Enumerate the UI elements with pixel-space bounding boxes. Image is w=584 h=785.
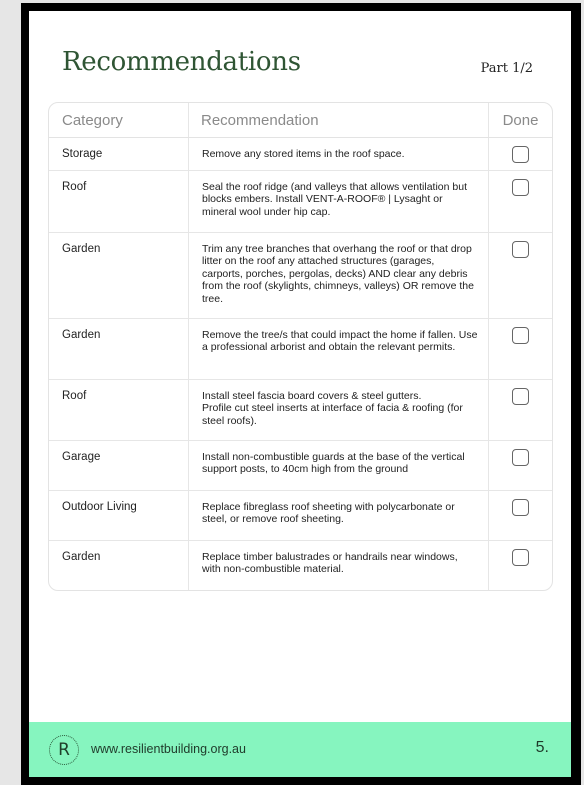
website-link[interactable]: www.resilientbuilding.org.au xyxy=(91,742,246,756)
logo-letter: R xyxy=(58,740,70,760)
row-category: Garden xyxy=(49,540,189,590)
table-header-row: Category Recommendation Done xyxy=(49,103,552,138)
row-category: Roof xyxy=(49,170,189,233)
row-category: Garage xyxy=(49,440,189,491)
document-page: Recommendations Part 1/2 Category Recomm… xyxy=(29,11,571,777)
done-checkbox[interactable] xyxy=(512,179,529,196)
row-category: Storage xyxy=(49,137,189,171)
table-row: Outdoor Living Replace fibreglass roof s… xyxy=(49,490,552,541)
row-category: Roof xyxy=(49,379,189,441)
row-recommendation: Replace timber balustrades or handrails … xyxy=(188,540,489,590)
row-recommendation: Replace fibreglass roof sheeting with po… xyxy=(188,490,489,541)
done-checkbox[interactable] xyxy=(512,499,529,516)
header-recommendation: Recommendation xyxy=(188,103,489,138)
footer-bar: R www.resilientbuilding.org.au 5. xyxy=(29,722,571,777)
table-row: Roof Seal the roof ridge (and valleys th… xyxy=(49,170,552,233)
header-category: Category xyxy=(49,103,189,138)
row-category: Outdoor Living xyxy=(49,490,189,541)
row-recommendation: Seal the roof ridge (and valleys that al… xyxy=(188,170,489,233)
done-checkbox[interactable] xyxy=(512,549,529,566)
row-recommendation: Remove the tree/s that could impact the … xyxy=(188,318,489,380)
table-row: Garden Remove the tree/s that could impa… xyxy=(49,318,552,380)
done-checkbox[interactable] xyxy=(512,146,529,163)
header-done: Done xyxy=(488,103,552,138)
row-category: Garden xyxy=(49,318,189,380)
done-checkbox[interactable] xyxy=(512,327,529,344)
row-category: Garden xyxy=(49,232,189,319)
page-number: 5. xyxy=(535,739,549,756)
row-recommendation: Install non-combustible guards at the ba… xyxy=(188,440,489,491)
page-title: Recommendations xyxy=(62,47,301,77)
recommendations-table: Category Recommendation Done Storage Rem… xyxy=(48,102,553,591)
resilient-building-logo: R xyxy=(49,735,79,765)
table-row: Garden Replace timber balustrades or han… xyxy=(49,540,552,590)
table-row: Garage Install non-combustible guards at… xyxy=(49,440,552,491)
row-recommendation: Install steel fascia board covers & stee… xyxy=(188,379,489,441)
table-row: Garden Trim any tree branches that overh… xyxy=(49,232,552,319)
done-checkbox[interactable] xyxy=(512,449,529,466)
done-checkbox[interactable] xyxy=(512,388,529,405)
part-indicator: Part 1/2 xyxy=(480,61,533,76)
row-recommendation: Trim any tree branches that overhang the… xyxy=(188,232,489,319)
row-recommendation: Remove any stored items in the roof spac… xyxy=(188,137,489,171)
table-row: Roof Install steel fascia board covers &… xyxy=(49,379,552,441)
table-row: Storage Remove any stored items in the r… xyxy=(49,137,552,171)
done-checkbox[interactable] xyxy=(512,241,529,258)
